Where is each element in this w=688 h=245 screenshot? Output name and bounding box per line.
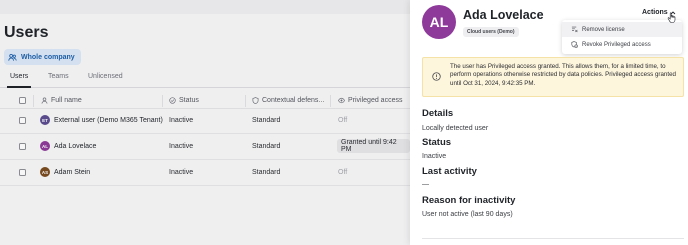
status-value: Inactive	[422, 153, 447, 160]
actions-menu: Remove license Revoke Privileged access	[562, 20, 682, 54]
info-icon	[432, 72, 441, 81]
last-activity-heading: Last activity	[422, 166, 477, 177]
divider	[422, 238, 684, 239]
privileged-access-alert: The user has Privileged access granted. …	[422, 57, 684, 97]
user-detail-panel: AL Ada Lovelace Cloud users (Demo) Actio…	[410, 0, 688, 245]
reason-heading: Reason for inactivity	[422, 195, 516, 206]
last-activity-value: —	[422, 181, 429, 188]
details-heading: Details	[422, 108, 454, 119]
remove-license-icon	[571, 26, 578, 33]
avatar: AL	[422, 5, 456, 39]
shield-revoke-icon	[571, 41, 578, 48]
hand-cursor-icon	[667, 12, 676, 23]
details-value: Locally detected user	[422, 125, 489, 132]
menu-item-revoke-privileged-access[interactable]: Revoke Privileged access	[562, 37, 682, 52]
user-name-heading: Ada Lovelace	[463, 8, 544, 22]
status-heading: Status	[422, 137, 452, 148]
modal-backdrop[interactable]	[0, 0, 410, 245]
menu-item-remove-license[interactable]: Remove license	[562, 22, 682, 37]
user-group-badge: Cloud users (Demo)	[463, 27, 519, 37]
alert-message: The user has Privileged access granted. …	[450, 63, 676, 87]
reason-value: User not active (last 90 days)	[422, 211, 513, 218]
actions-label: Actions	[642, 9, 668, 16]
